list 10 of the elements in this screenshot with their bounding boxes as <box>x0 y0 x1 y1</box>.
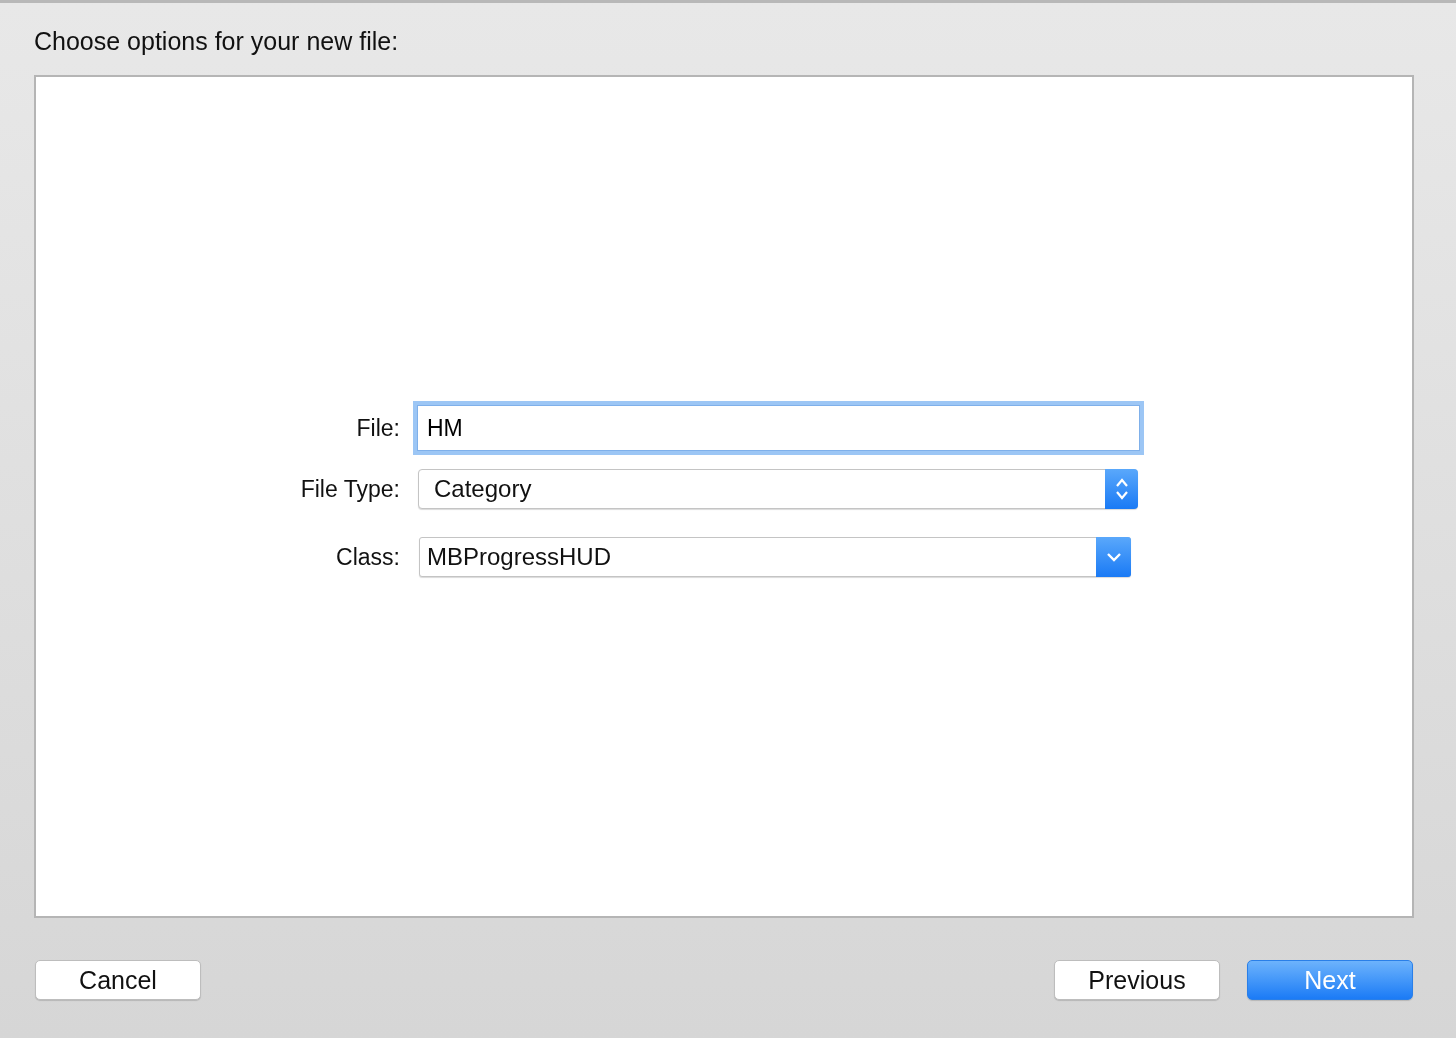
class-combo-box[interactable]: MBProgressHUD <box>419 537 1131 577</box>
field-label: File Type: <box>300 475 400 503</box>
field-label: Class: <box>336 543 400 571</box>
field-label: File: <box>356 414 400 442</box>
up-down-arrows-icon <box>1114 476 1129 502</box>
dialog-button[interactable]: Cancel <box>35 960 201 1000</box>
dialog-button[interactable]: Previous <box>1054 960 1220 1000</box>
file-type-popup[interactable]: Category <box>418 469 1138 509</box>
chevron-down-icon <box>1105 552 1122 562</box>
file-name-field[interactable]: HM <box>413 401 1144 455</box>
